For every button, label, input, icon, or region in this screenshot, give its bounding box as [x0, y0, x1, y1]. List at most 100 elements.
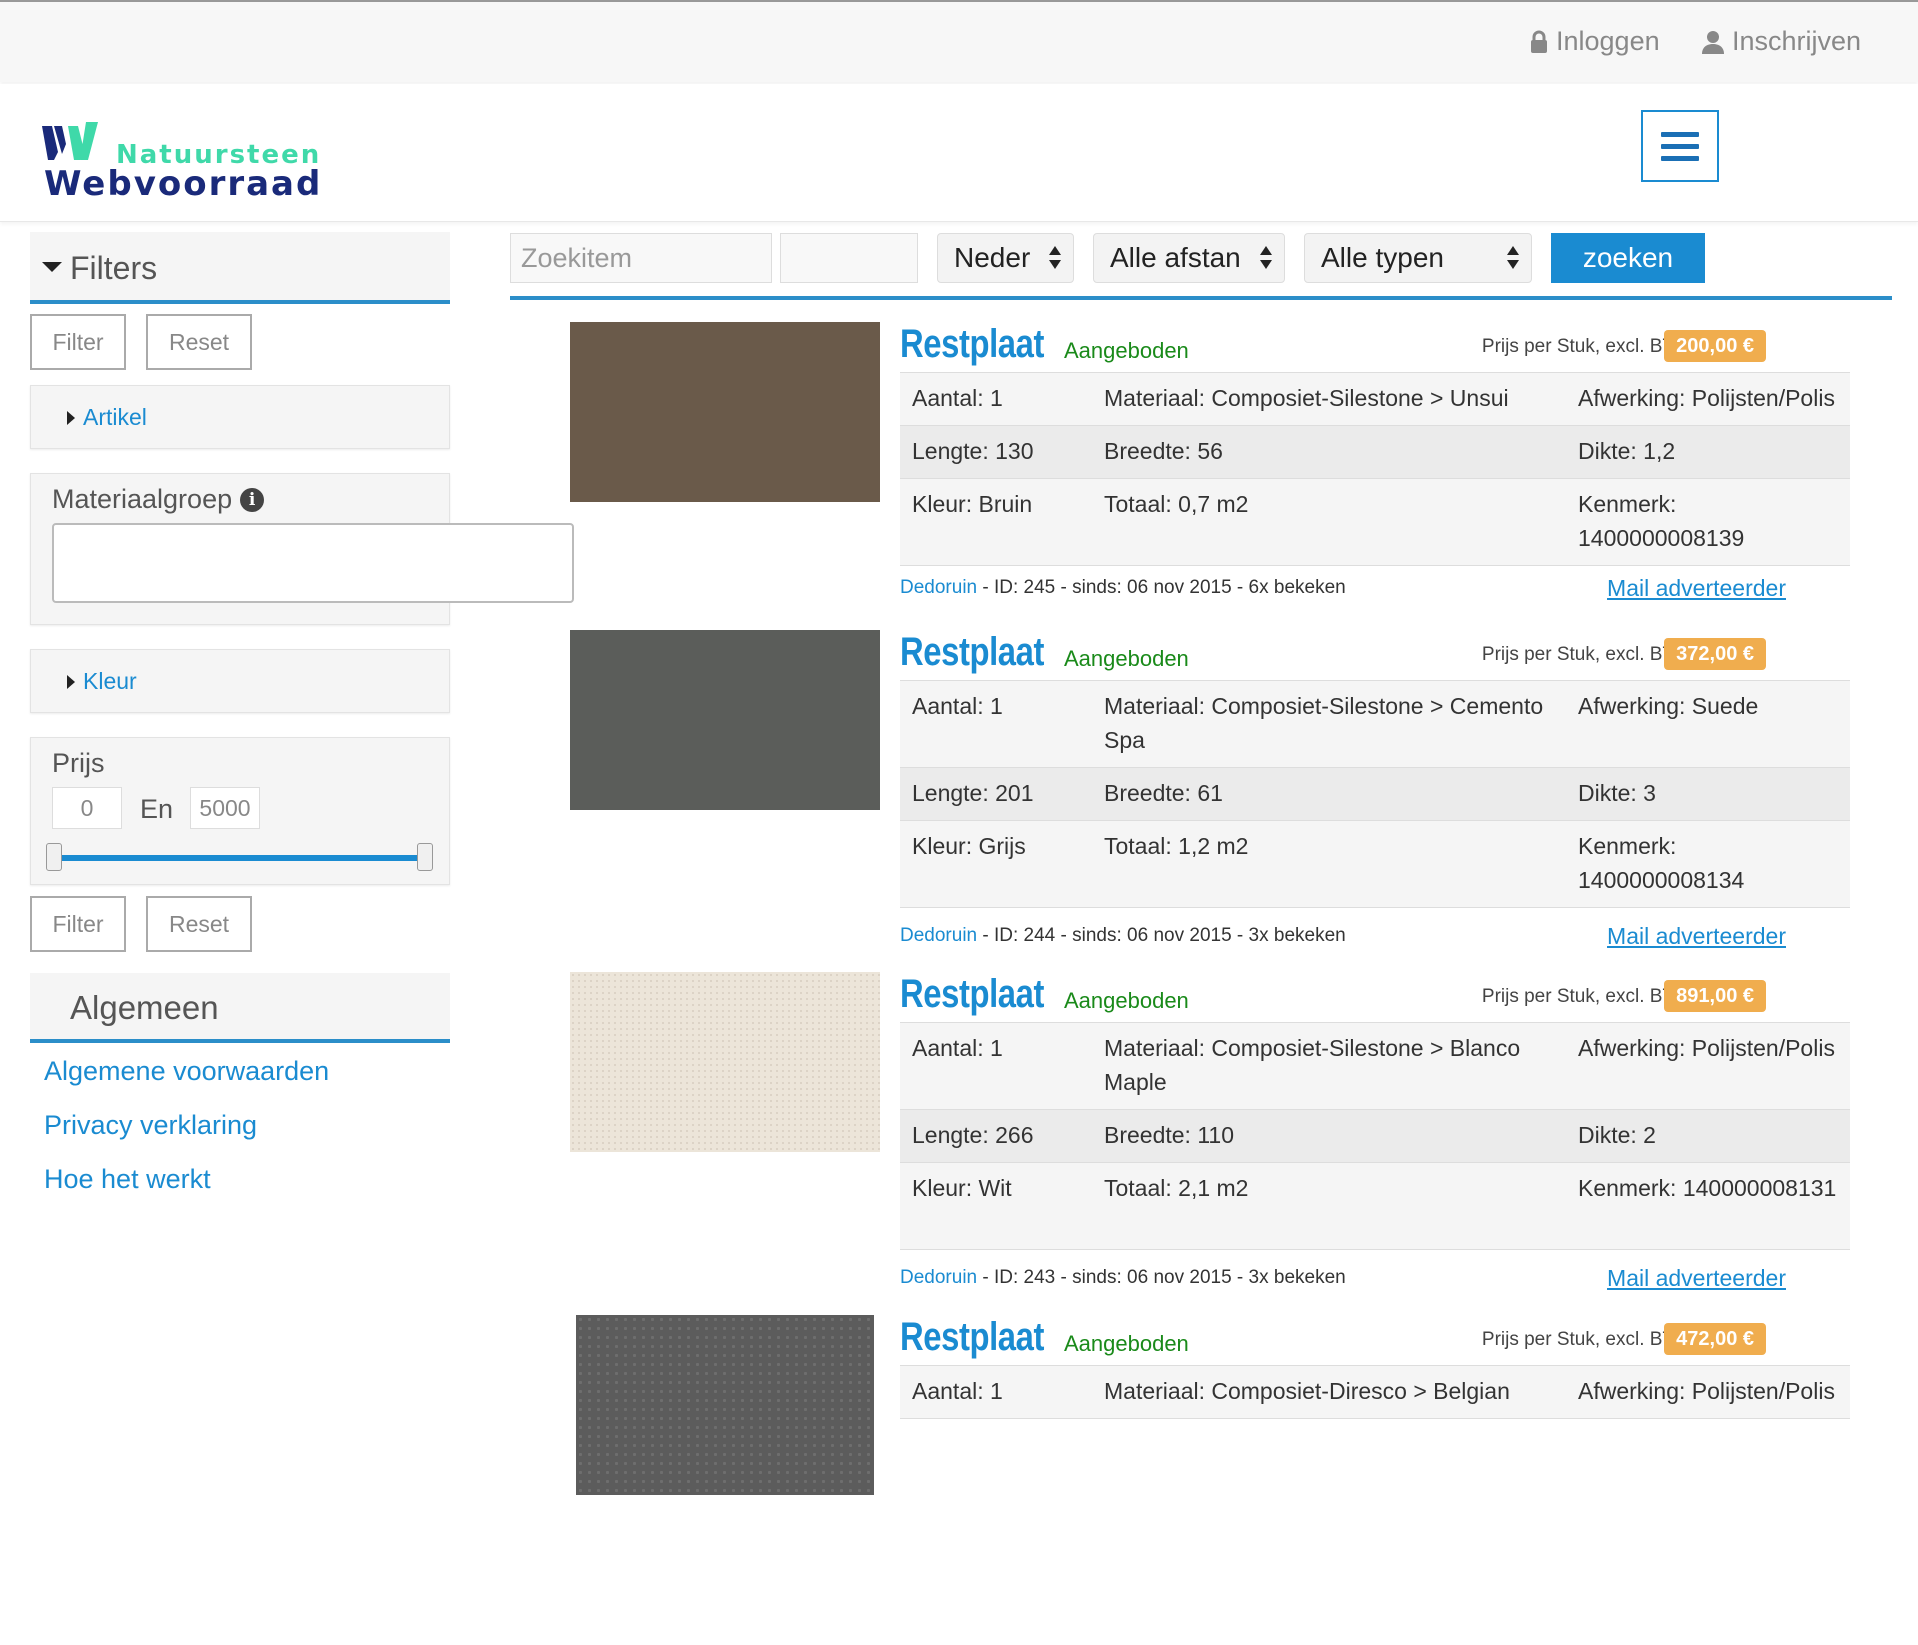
spec-row: Aantal: 1 Materiaal: Composiet-Diresco > …: [900, 1366, 1850, 1419]
spec-row: Kleur: Wit Totaal: 2,1 m2 Kenmerk: 1400000…: [900, 1163, 1850, 1250]
spec-row: Aantal: 1 Materiaal: Composiet-Silestone …: [900, 373, 1850, 426]
spec-cell: Breedte: 110: [1104, 1122, 1235, 1148]
search-button[interactable]: zoeken: [1551, 233, 1705, 283]
artikel-filter[interactable]: Artikel: [30, 385, 450, 449]
artikel-link[interactable]: Artikel: [83, 404, 147, 431]
spec-cell: Kenmerk: 140000008131: [1578, 1175, 1837, 1201]
spec-row: Kleur: Grijs Totaal: 1,2 m2 Kenmerk: 14000…: [900, 821, 1850, 908]
spec-cell: Lengte: 130: [912, 438, 1034, 464]
spec-cell: Kenmerk: 1400000008134: [1578, 833, 1745, 893]
spec-cell: Kleur: Bruin: [912, 491, 1033, 517]
link-hoe-het-werkt[interactable]: Hoe het werkt: [44, 1164, 211, 1195]
filter-button-bottom[interactable]: Filter: [30, 896, 126, 952]
price-slider-track[interactable]: [54, 855, 424, 861]
spec-row: Lengte: 266 Breedte: 110 Dikte: 2: [900, 1110, 1850, 1163]
materiaalgroep-input[interactable]: [52, 523, 574, 603]
spec-cell: Dikte: 2: [1578, 1122, 1656, 1148]
listing-status: Aangeboden: [1064, 646, 1189, 671]
price-badge: 372,00 €: [1664, 638, 1766, 670]
login-label: Inloggen: [1556, 26, 1660, 56]
link-algemene-voorwaarden[interactable]: Algemene voorwaarden: [44, 1056, 329, 1087]
algemeen-header: Algemeen: [30, 973, 450, 1043]
seller-link[interactable]: Dedoruin: [900, 1267, 977, 1288]
listing-card: Restplaat Aangeboden Prijs per Stuk, excl.…: [570, 1315, 1850, 1645]
filters-header[interactable]: Filters: [30, 232, 450, 304]
spec-cell: Aantal: 1: [912, 1035, 1003, 1061]
listing-status: Aangeboden: [1064, 338, 1189, 363]
filters-title: Filters: [70, 250, 158, 286]
distance-select[interactable]: Alle afstan: [1093, 233, 1285, 283]
listing-card: Restplaat Aangeboden Prijs per Stuk, excl.…: [570, 972, 1850, 1302]
price-slider-max-handle[interactable]: [417, 843, 433, 871]
caret-right-icon: [67, 675, 75, 689]
search-input[interactable]: Zoekitem: [510, 233, 772, 283]
spec-cell: Lengte: 266: [912, 1122, 1034, 1148]
seller-link[interactable]: Dedoruin: [900, 577, 977, 598]
spec-row: Aantal: 1 Materiaal: Composiet-Silestone …: [900, 1023, 1850, 1110]
listing-thumbnail[interactable]: [576, 1315, 874, 1495]
mail-advertiser-link[interactable]: Mail adverteerder: [1607, 923, 1786, 950]
price-min-input[interactable]: 0: [52, 787, 122, 829]
spec-cell: Afwerking: Suede: [1578, 693, 1759, 719]
country-select[interactable]: Neder: [937, 233, 1074, 283]
postcode-input[interactable]: [780, 233, 918, 283]
login-link[interactable]: Inloggen: [1530, 26, 1660, 57]
menu-icon: [1661, 131, 1699, 137]
spec-cell: Materiaal: Composiet-Silestone > Blanco …: [1104, 1035, 1521, 1095]
user-icon: [1702, 30, 1724, 54]
spec-row: Lengte: 130 Breedte: 56 Dikte: 1,2: [900, 426, 1850, 479]
logo-mark-icon: [42, 122, 98, 160]
lock-icon: [1531, 30, 1547, 53]
listing-thumbnail[interactable]: [570, 322, 880, 502]
price-max-input[interactable]: 5000: [190, 787, 260, 829]
reset-button-top[interactable]: Reset: [146, 314, 252, 370]
materiaalgroep-label: Materiaalgroep i: [52, 484, 265, 515]
listing-specs: Aantal: 1 Materiaal: Composiet-Diresco > …: [900, 1365, 1850, 1419]
listing-status: Aangeboden: [1064, 1331, 1189, 1356]
spec-cell: Totaal: 0,7 m2: [1104, 491, 1249, 517]
spec-cell: Dikte: 3: [1578, 780, 1656, 806]
mail-advertiser-link[interactable]: Mail adverteerder: [1607, 1265, 1786, 1292]
spec-row: Lengte: 201 Breedte: 61 Dikte: 3: [900, 768, 1850, 821]
listing-meta-text: - ID: 245 - sinds: 06 nov 2015 - 6x beke…: [977, 577, 1346, 598]
spec-cell: Aantal: 1: [912, 1378, 1003, 1404]
listing-meta: Dedoruin - ID: 243 - sinds: 06 nov 2015 …: [900, 1267, 1346, 1289]
kleur-filter[interactable]: Kleur: [30, 649, 450, 713]
listing-thumbnail[interactable]: [570, 630, 880, 810]
reset-button-bottom[interactable]: Reset: [146, 896, 252, 952]
spec-cell: Dikte: 1,2: [1578, 438, 1676, 464]
listing-thumbnail[interactable]: [570, 972, 880, 1152]
spec-cell: Materiaal: Composiet-Silestone > Cemento…: [1104, 693, 1544, 753]
spec-cell: Lengte: 201: [912, 780, 1034, 806]
listing-title[interactable]: Restplaat: [900, 322, 1044, 367]
site-logo[interactable]: Natuursteen Webvoorraad: [40, 120, 320, 204]
logo-line2: Webvoorraad: [44, 164, 323, 204]
listing-title[interactable]: Restplaat: [900, 630, 1044, 675]
spec-cell: Breedte: 56: [1104, 438, 1223, 464]
algemeen-title: Algemeen: [70, 989, 219, 1026]
link-privacy-verklaring[interactable]: Privacy verklaring: [44, 1110, 257, 1141]
info-icon[interactable]: i: [240, 487, 265, 512]
mail-advertiser-link[interactable]: Mail adverteerder: [1607, 575, 1786, 602]
kleur-link[interactable]: Kleur: [83, 668, 137, 695]
register-link[interactable]: Inschrijven: [1702, 26, 1861, 57]
menu-toggle-button[interactable]: [1641, 110, 1719, 182]
top-bar: Inloggen Inschrijven: [0, 2, 1918, 82]
spec-cell: Materiaal: Composiet-Silestone > Unsui: [1104, 385, 1509, 411]
filter-button-top[interactable]: Filter: [30, 314, 126, 370]
seller-link[interactable]: Dedoruin: [900, 925, 977, 946]
price-badge: 472,00 €: [1664, 1323, 1766, 1355]
spec-cell: Aantal: 1: [912, 693, 1003, 719]
type-select[interactable]: Alle typen: [1304, 233, 1532, 283]
listing-meta: Dedoruin - ID: 244 - sinds: 06 nov 2015 …: [900, 925, 1346, 947]
listing-specs: Aantal: 1 Materiaal: Composiet-Silestone …: [900, 1022, 1850, 1250]
listing-card: Restplaat Aangeboden Prijs per Stuk, excl.…: [570, 322, 1850, 652]
listing-status: Aangeboden: [1064, 988, 1189, 1013]
price-slider-min-handle[interactable]: [46, 843, 62, 871]
select-arrows-icon: [1049, 244, 1063, 272]
listing-meta: Dedoruin - ID: 245 - sinds: 06 nov 2015 …: [900, 577, 1346, 599]
listing-title[interactable]: Restplaat: [900, 972, 1044, 1017]
listing-title[interactable]: Restplaat: [900, 1315, 1044, 1360]
price-label: Prijs per Stuk, excl. BTW: [1481, 336, 1692, 357]
price-label: Prijs per Stuk, excl. BTW: [1481, 1329, 1692, 1350]
